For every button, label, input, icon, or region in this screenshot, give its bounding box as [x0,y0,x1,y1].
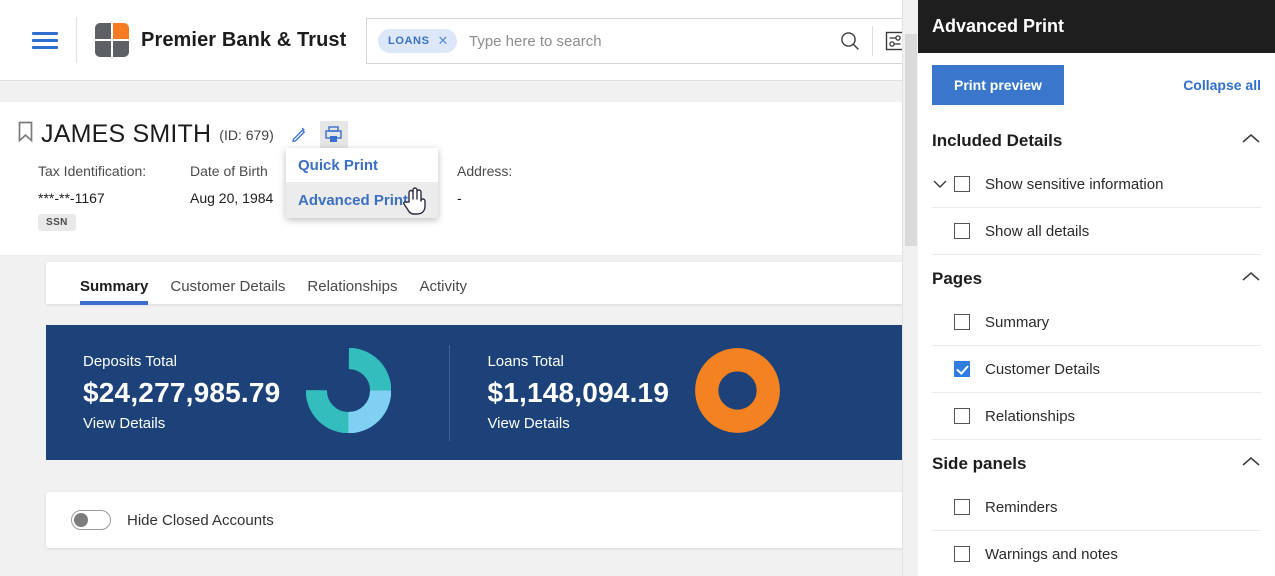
customer-id: (ID: 679) [219,126,274,143]
four-square-logo-icon [95,23,129,57]
global-search-bar[interactable]: LOANS ✕ [366,18,918,64]
totals-banner: Deposits Total $24,277,985.79 View Detai… [46,325,918,460]
loans-view-details-link[interactable]: View Details [487,415,669,432]
page-title: JAMES SMITH [41,120,212,148]
print-dropdown-menu: Quick Print Advanced Print [286,148,438,218]
deposits-total-value: $24,277,985.79 [83,377,281,408]
panel-header: Advanced Print [918,0,1275,53]
customer-tabs: Summary Customer Details Relationships A… [46,262,918,305]
option-label: Summary [985,313,1050,331]
section-header-side-panels[interactable]: Side panels [918,440,1275,484]
accounts-filter-card: Hide Closed Accounts [46,492,918,548]
checkbox[interactable] [954,546,970,562]
tab-relationships[interactable]: Relationships [307,278,397,304]
section-title: Pages [932,269,983,288]
print-preview-button[interactable]: Print preview [932,65,1064,105]
option-label: Warnings and notes [985,545,1118,563]
section-title: Included Details [932,131,1063,150]
checkbox[interactable] [954,223,970,239]
menu-item-advanced-print[interactable]: Advanced Print [286,183,438,218]
pencil-icon[interactable] [286,121,314,149]
deposits-donut-chart [306,347,392,438]
hide-closed-accounts-toggle[interactable] [71,510,111,530]
tab-customer-details[interactable]: Customer Details [170,278,285,304]
field-label: Tax Identification: [38,163,147,179]
option-side-panel-warnings-and-notes[interactable]: Warnings and notes [932,531,1261,576]
toggle-knob [74,513,88,527]
option-page-relationships[interactable]: Relationships [932,393,1261,440]
tab-activity[interactable]: Activity [419,278,467,304]
checkbox[interactable] [954,361,970,377]
application-window: Premier Bank & Trust LOANS ✕ Type here t… [0,0,1275,576]
loans-total-value: $1,148,094.19 [487,377,670,408]
panel-actions: Print preview Collapse all [918,53,1275,117]
scrollbar-thumb[interactable] [905,34,917,246]
option-side-panel-reminders[interactable]: Reminders [932,484,1261,531]
printer-icon[interactable] [319,120,348,149]
close-icon[interactable]: ✕ [438,33,450,49]
advanced-print-panel: Advanced Print Print preview Collapse al… [918,0,1275,576]
option-show-sensitive-information[interactable]: Show sensitive information [932,161,1261,208]
option-page-customer-details[interactable]: Customer Details [932,346,1261,393]
option-label: Reminders [985,498,1058,516]
option-page-summary[interactable]: Summary [932,299,1261,346]
section-header-included-details[interactable]: Included Details [918,117,1275,161]
page-scrollbar[interactable] [902,0,918,576]
field-value: ***-**-1167 [38,190,105,206]
search-filter-chip-loans[interactable]: LOANS ✕ [378,29,457,53]
status-badge: SSN [38,214,76,231]
tab-summary[interactable]: Summary [80,278,149,305]
deposits-view-details-link[interactable]: View Details [83,415,280,432]
search-icon[interactable] [828,19,872,63]
checkbox[interactable] [954,408,970,424]
option-show-all-details[interactable]: Show all details [932,208,1261,255]
loans-donut-chart [695,347,781,438]
chip-label: LOANS [388,35,430,47]
loans-total-block: Loans Total $1,148,094.19 View Details [450,347,781,438]
option-label: Show sensitive information [985,175,1164,193]
field-tax-identification: Tax Identification: ***-**-1167 SSN [38,163,190,231]
option-label: Relationships [985,407,1076,425]
chevron-up-icon[interactable] [1241,270,1261,288]
checkbox[interactable] [954,176,970,192]
customer-header-card: JAMES SMITH (ID: 679) Tax Identification… [0,102,918,256]
option-label: Show all details [985,222,1090,240]
field-value: - [457,190,462,206]
brand-logo-group[interactable]: Premier Bank & Trust [95,23,346,57]
chevron-up-icon[interactable] [1241,132,1261,150]
field-address: Address: - [457,163,512,231]
option-label: Customer Details [985,360,1101,378]
section-title: Side panels [932,454,1027,473]
deposits-total-block: Deposits Total $24,277,985.79 View Detai… [46,347,392,438]
checkbox[interactable] [954,499,970,515]
section-header-pages[interactable]: Pages [918,255,1275,299]
bookmark-icon[interactable] [16,120,35,149]
field-label: Address: [457,163,513,179]
customer-title-row: JAMES SMITH (ID: 679) [0,102,918,149]
chevron-down-icon[interactable] [932,179,954,189]
deposits-total-label: Deposits Total [83,353,177,370]
loans-total-label: Loans Total [487,353,564,370]
hide-closed-accounts-label: Hide Closed Accounts [127,511,274,529]
collapse-all-button[interactable]: Collapse all [1183,77,1261,93]
search-input[interactable] [469,32,828,50]
header-divider [76,17,77,63]
panel-title: Advanced Print [932,16,1065,36]
brand-name: Premier Bank & Trust [141,28,347,51]
chevron-up-icon[interactable] [1241,455,1261,473]
menu-item-quick-print[interactable]: Quick Print [286,148,438,183]
hamburger-menu-icon[interactable] [32,28,58,53]
customer-fields: Tax Identification: ***-**-1167 SSN Date… [0,149,918,231]
checkbox[interactable] [954,314,970,330]
